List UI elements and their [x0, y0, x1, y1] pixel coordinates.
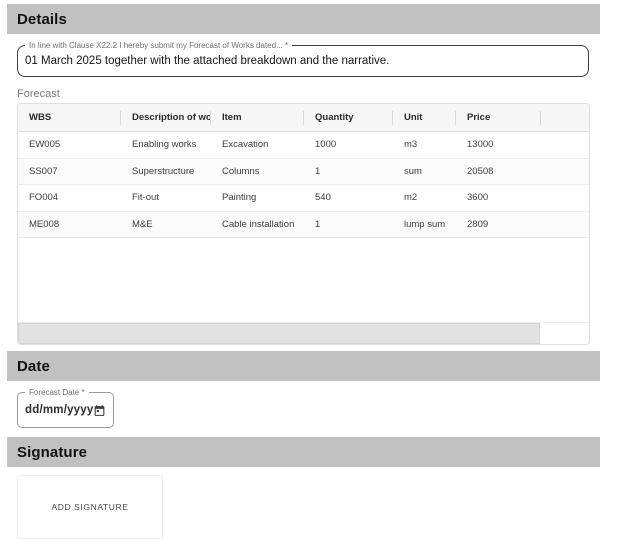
date-field-value: dd/mm/yyyy — [25, 404, 93, 416]
column-header-description-of-wo[interactable]: Description of wo... — [121, 104, 211, 131]
table-row[interactable]: EW005Enabling worksExcavation1000m313000 — [18, 132, 589, 159]
clause-text-field[interactable]: In line with Clause X22.2 I hereby submi… — [17, 45, 589, 77]
cell-wbs: EW005 — [18, 132, 121, 158]
cell-unit: m3 — [393, 132, 456, 158]
cell-wbs: FO004 — [18, 185, 121, 211]
section-header-signature: Signature — [7, 437, 600, 467]
forecast-table-empty-area — [18, 238, 589, 322]
cell-item: Columns — [211, 159, 304, 185]
column-header-spacer — [541, 104, 589, 131]
cell-price: 2809 — [456, 212, 541, 238]
forecast-table-header-row: WBSDescription of wo...ItemQuantityUnitP… — [18, 104, 589, 132]
section-header-details: Details — [7, 4, 600, 34]
forecast-date-field[interactable]: Forecast Date * dd/mm/yyyy — [17, 392, 114, 428]
cell-item: Painting — [211, 185, 304, 211]
cell-spacer — [541, 159, 589, 185]
cell-price: 3600 — [456, 185, 541, 211]
signature-title: Signature — [17, 444, 87, 461]
section-header-date: Date — [7, 351, 600, 381]
cell-price: 20508 — [456, 159, 541, 185]
cell-spacer — [541, 185, 589, 211]
date-field-label: Forecast Date * — [25, 388, 89, 398]
cell-wbs: SS007 — [18, 159, 121, 185]
cell-item: Excavation — [211, 132, 304, 158]
forecast-table-label: Forecast — [17, 88, 624, 101]
table-row[interactable]: ME008M&ECable installation1lump sum2809 — [18, 212, 589, 239]
cell-item: Cable installation — [211, 212, 304, 238]
cell-wbs: ME008 — [18, 212, 121, 238]
cell-spacer — [541, 212, 589, 238]
cell-unit: sum — [393, 159, 456, 185]
scrollbar-track[interactable] — [540, 323, 589, 344]
calendar-icon[interactable] — [93, 404, 106, 417]
clause-field-value: 01 March 2025 together with the attached… — [25, 55, 389, 67]
horizontal-scrollbar[interactable] — [18, 322, 589, 344]
cell-quantity: 540 — [304, 185, 393, 211]
column-header-wbs[interactable]: WBS — [18, 104, 121, 131]
table-row[interactable]: FO004Fit-outPainting540m23600 — [18, 185, 589, 212]
details-title: Details — [17, 11, 67, 28]
column-header-unit[interactable]: Unit — [393, 104, 456, 131]
clause-field-label: In line with Clause X22.2 I hereby submi… — [25, 41, 292, 51]
cell-quantity: 1 — [304, 159, 393, 185]
cell-description-of-wo: M&E — [121, 212, 211, 238]
cell-description-of-wo: Enabling works — [121, 132, 211, 158]
column-header-price[interactable]: Price — [456, 104, 541, 131]
cell-unit: m2 — [393, 185, 456, 211]
cell-unit: lump sum — [393, 212, 456, 238]
cell-spacer — [541, 132, 589, 158]
cell-quantity: 1 — [304, 212, 393, 238]
column-header-quantity[interactable]: Quantity — [304, 104, 393, 131]
add-signature-button-label: ADD SIGNATURE — [51, 502, 128, 512]
add-signature-button[interactable]: ADD SIGNATURE — [17, 475, 163, 539]
forecast-table: WBSDescription of wo...ItemQuantityUnitP… — [17, 103, 590, 345]
date-title: Date — [17, 358, 50, 375]
cell-description-of-wo: Superstructure — [121, 159, 211, 185]
table-row[interactable]: SS007SuperstructureColumns1sum20508 — [18, 159, 589, 186]
cell-quantity: 1000 — [304, 132, 393, 158]
cell-price: 13000 — [456, 132, 541, 158]
scrollbar-thumb[interactable] — [18, 323, 540, 344]
cell-description-of-wo: Fit-out — [121, 185, 211, 211]
column-header-item[interactable]: Item — [211, 104, 304, 131]
